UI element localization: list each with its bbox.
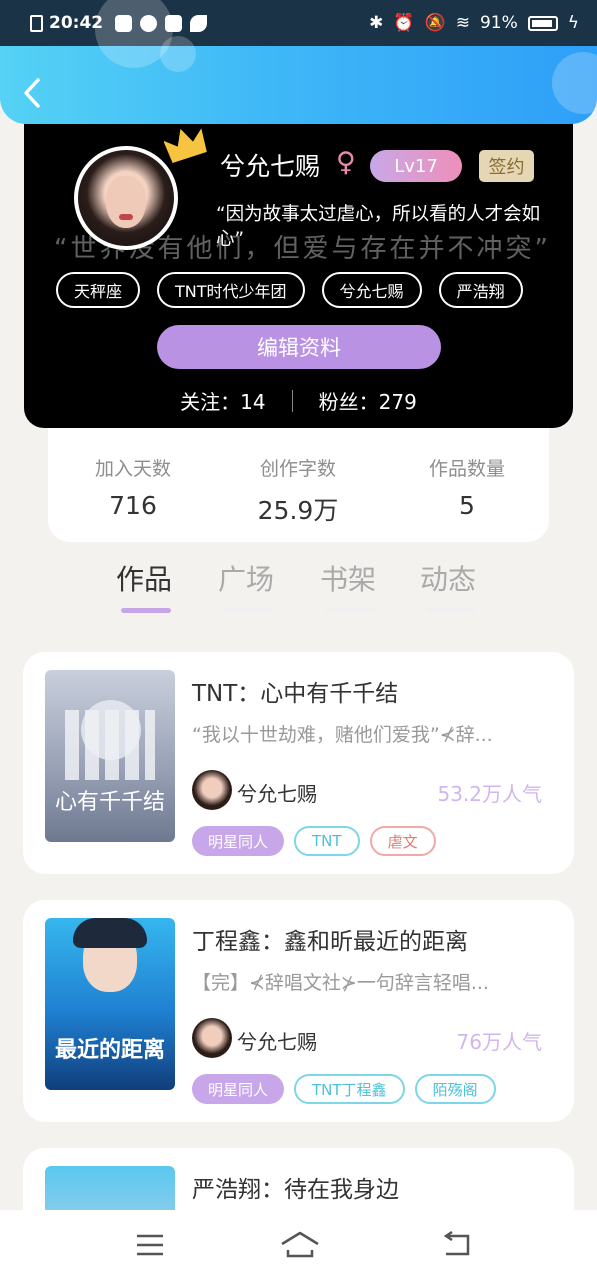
- leaf-icon: [190, 14, 208, 32]
- book-tag[interactable]: 虐文: [369, 826, 436, 856]
- popularity: 53.2万人气: [437, 782, 542, 806]
- book-cover[interactable]: 心有千千结: [45, 670, 175, 842]
- book-cover[interactable]: 最近的距离: [45, 918, 175, 1090]
- cover-hair: [73, 918, 147, 948]
- book-card[interactable]: 最近的距离 丁程鑫：鑫和昕最近的距离 【完】⊀辞唱文社⊁一句辞言轻唱... 兮允…: [23, 900, 574, 1122]
- wifi-icon: ≋: [455, 13, 470, 33]
- book-tag[interactable]: TNT丁程鑫: [294, 1074, 405, 1104]
- author-name: 兮允七赐: [237, 1030, 317, 1054]
- author-name: 兮允七赐: [237, 782, 317, 806]
- stat-value: 716: [109, 491, 157, 520]
- home-icon[interactable]: [280, 1230, 320, 1260]
- stat-label: 作品数量: [428, 458, 505, 480]
- facebook-icon: [165, 14, 183, 32]
- following-count[interactable]: 关注：14: [180, 386, 265, 415]
- author-avatar: [192, 1018, 232, 1058]
- profile-tag[interactable]: TNT时代少年团: [157, 272, 305, 308]
- tab-indicator: [121, 608, 171, 613]
- system-nav-bar: [0, 1210, 597, 1280]
- signed-badge: 签约: [479, 150, 534, 182]
- level-badge: Lv17: [370, 150, 462, 182]
- cover-figures: [65, 710, 155, 780]
- book-tag[interactable]: 陌殇阁: [414, 1074, 496, 1104]
- status-bar: 20:42 ✱ ⏰ 🔕 ≋ 91% ϟ: [0, 0, 597, 46]
- chevron-left-icon[interactable]: [18, 76, 48, 110]
- battery-percent: 91%: [479, 13, 518, 33]
- decor-bubble: [552, 52, 597, 114]
- bluetooth-icon: ✱: [369, 13, 384, 33]
- cover-title: 心有千千结: [55, 790, 166, 815]
- profile-card: “世界没有他们，但爱与存在并不冲突” 兮允七赐 ♀ Lv17 签约 “因为故事太…: [24, 100, 573, 428]
- book-tags: 明星同人 TNT丁程鑫 陌殇阁: [192, 1074, 496, 1104]
- book-tag[interactable]: 明星同人: [192, 1074, 285, 1104]
- cover-title: 最近的距离: [55, 1037, 166, 1063]
- avatar-face: [106, 176, 146, 228]
- author-avatar: [192, 770, 232, 810]
- female-icon: ♀: [336, 147, 356, 178]
- charging-icon: ϟ: [567, 13, 579, 33]
- tab-works[interactable]: 作品: [116, 558, 172, 598]
- tab-indicator: [223, 608, 273, 613]
- stat-join-days: 加入天数 716: [48, 454, 218, 520]
- profile-tag[interactable]: 严浩翔: [438, 272, 523, 308]
- profile-bio: “因为故事太过虐心，所以看的人才会如 心”: [216, 202, 573, 252]
- tab-bookshelf[interactable]: 书架: [320, 558, 376, 598]
- tab-indicator: [425, 608, 475, 613]
- qq-icon: [140, 14, 158, 32]
- stat-label: 加入天数: [94, 458, 171, 480]
- book-title: 丁程鑫：鑫和昕最近的距离: [192, 929, 468, 955]
- book-tag[interactable]: TNT: [294, 826, 360, 856]
- alarm-icon: ⏰: [393, 13, 415, 33]
- edit-profile-button[interactable]: 编辑资料: [157, 325, 441, 369]
- book-card[interactable]: 心有千千结 TNT：心中有千千结 “我以十世劫难，赌他们爱我”⊀辞... 兮允七…: [23, 652, 574, 874]
- book-desc: “我以十世劫难，赌他们爱我”⊀辞...: [192, 724, 493, 746]
- bio-line-2: 心”: [216, 229, 245, 250]
- crown-icon: [164, 128, 207, 163]
- stat-label: 创作字数: [259, 458, 336, 480]
- tab-indicator: [325, 608, 375, 613]
- document-icon: [30, 14, 43, 32]
- book-tags: 明星同人 TNT 虐文: [192, 826, 436, 856]
- stats-panel: 加入天数 716 创作字数 25.9万 作品数量 5: [48, 428, 549, 542]
- avatar-lips: [119, 214, 133, 220]
- profile-name: 兮允七赐: [220, 152, 321, 181]
- popularity: 76万人气: [456, 1030, 542, 1054]
- tab-bar: 作品 广场 书架 动态: [0, 542, 597, 626]
- status-time: 20:42: [49, 13, 104, 33]
- bio-line-1: “因为故事太过虐心，所以看的人才会如: [216, 204, 541, 225]
- stat-value: 25.9万: [257, 496, 339, 525]
- avatar[interactable]: [74, 146, 178, 250]
- followers-count[interactable]: 粉丝：279: [319, 386, 417, 415]
- book-title: 严浩翔：待在我身边: [192, 1177, 399, 1203]
- profile-tags: 天秤座 TNT时代少年团 兮允七赐 严浩翔: [56, 272, 523, 308]
- book-desc: 【完】⊀辞唱文社⊁一句辞言轻唱...: [192, 972, 489, 994]
- stat-value: 5: [459, 491, 475, 520]
- mute-icon: 🔕: [424, 13, 446, 33]
- tab-plaza[interactable]: 广场: [218, 558, 274, 598]
- book-tag[interactable]: 明星同人: [192, 826, 285, 856]
- stat-works-count: 作品数量 5: [382, 454, 552, 520]
- tab-activity[interactable]: 动态: [420, 558, 476, 598]
- book-title: TNT：心中有千千结: [192, 681, 399, 707]
- stat-word-count: 创作字数 25.9万: [213, 454, 383, 527]
- divider: [291, 389, 293, 412]
- menu-icon[interactable]: [133, 1230, 167, 1260]
- status-right: ✱ ⏰ 🔕 ≋ 91% ϟ: [369, 13, 579, 33]
- video-icon: [115, 14, 133, 32]
- battery-icon: [527, 15, 558, 31]
- profile-tag[interactable]: 兮允七赐: [321, 272, 422, 308]
- follow-stats: 关注：14 粉丝：279: [24, 386, 573, 415]
- back-icon[interactable]: [440, 1230, 474, 1260]
- profile-tag[interactable]: 天秤座: [56, 272, 141, 308]
